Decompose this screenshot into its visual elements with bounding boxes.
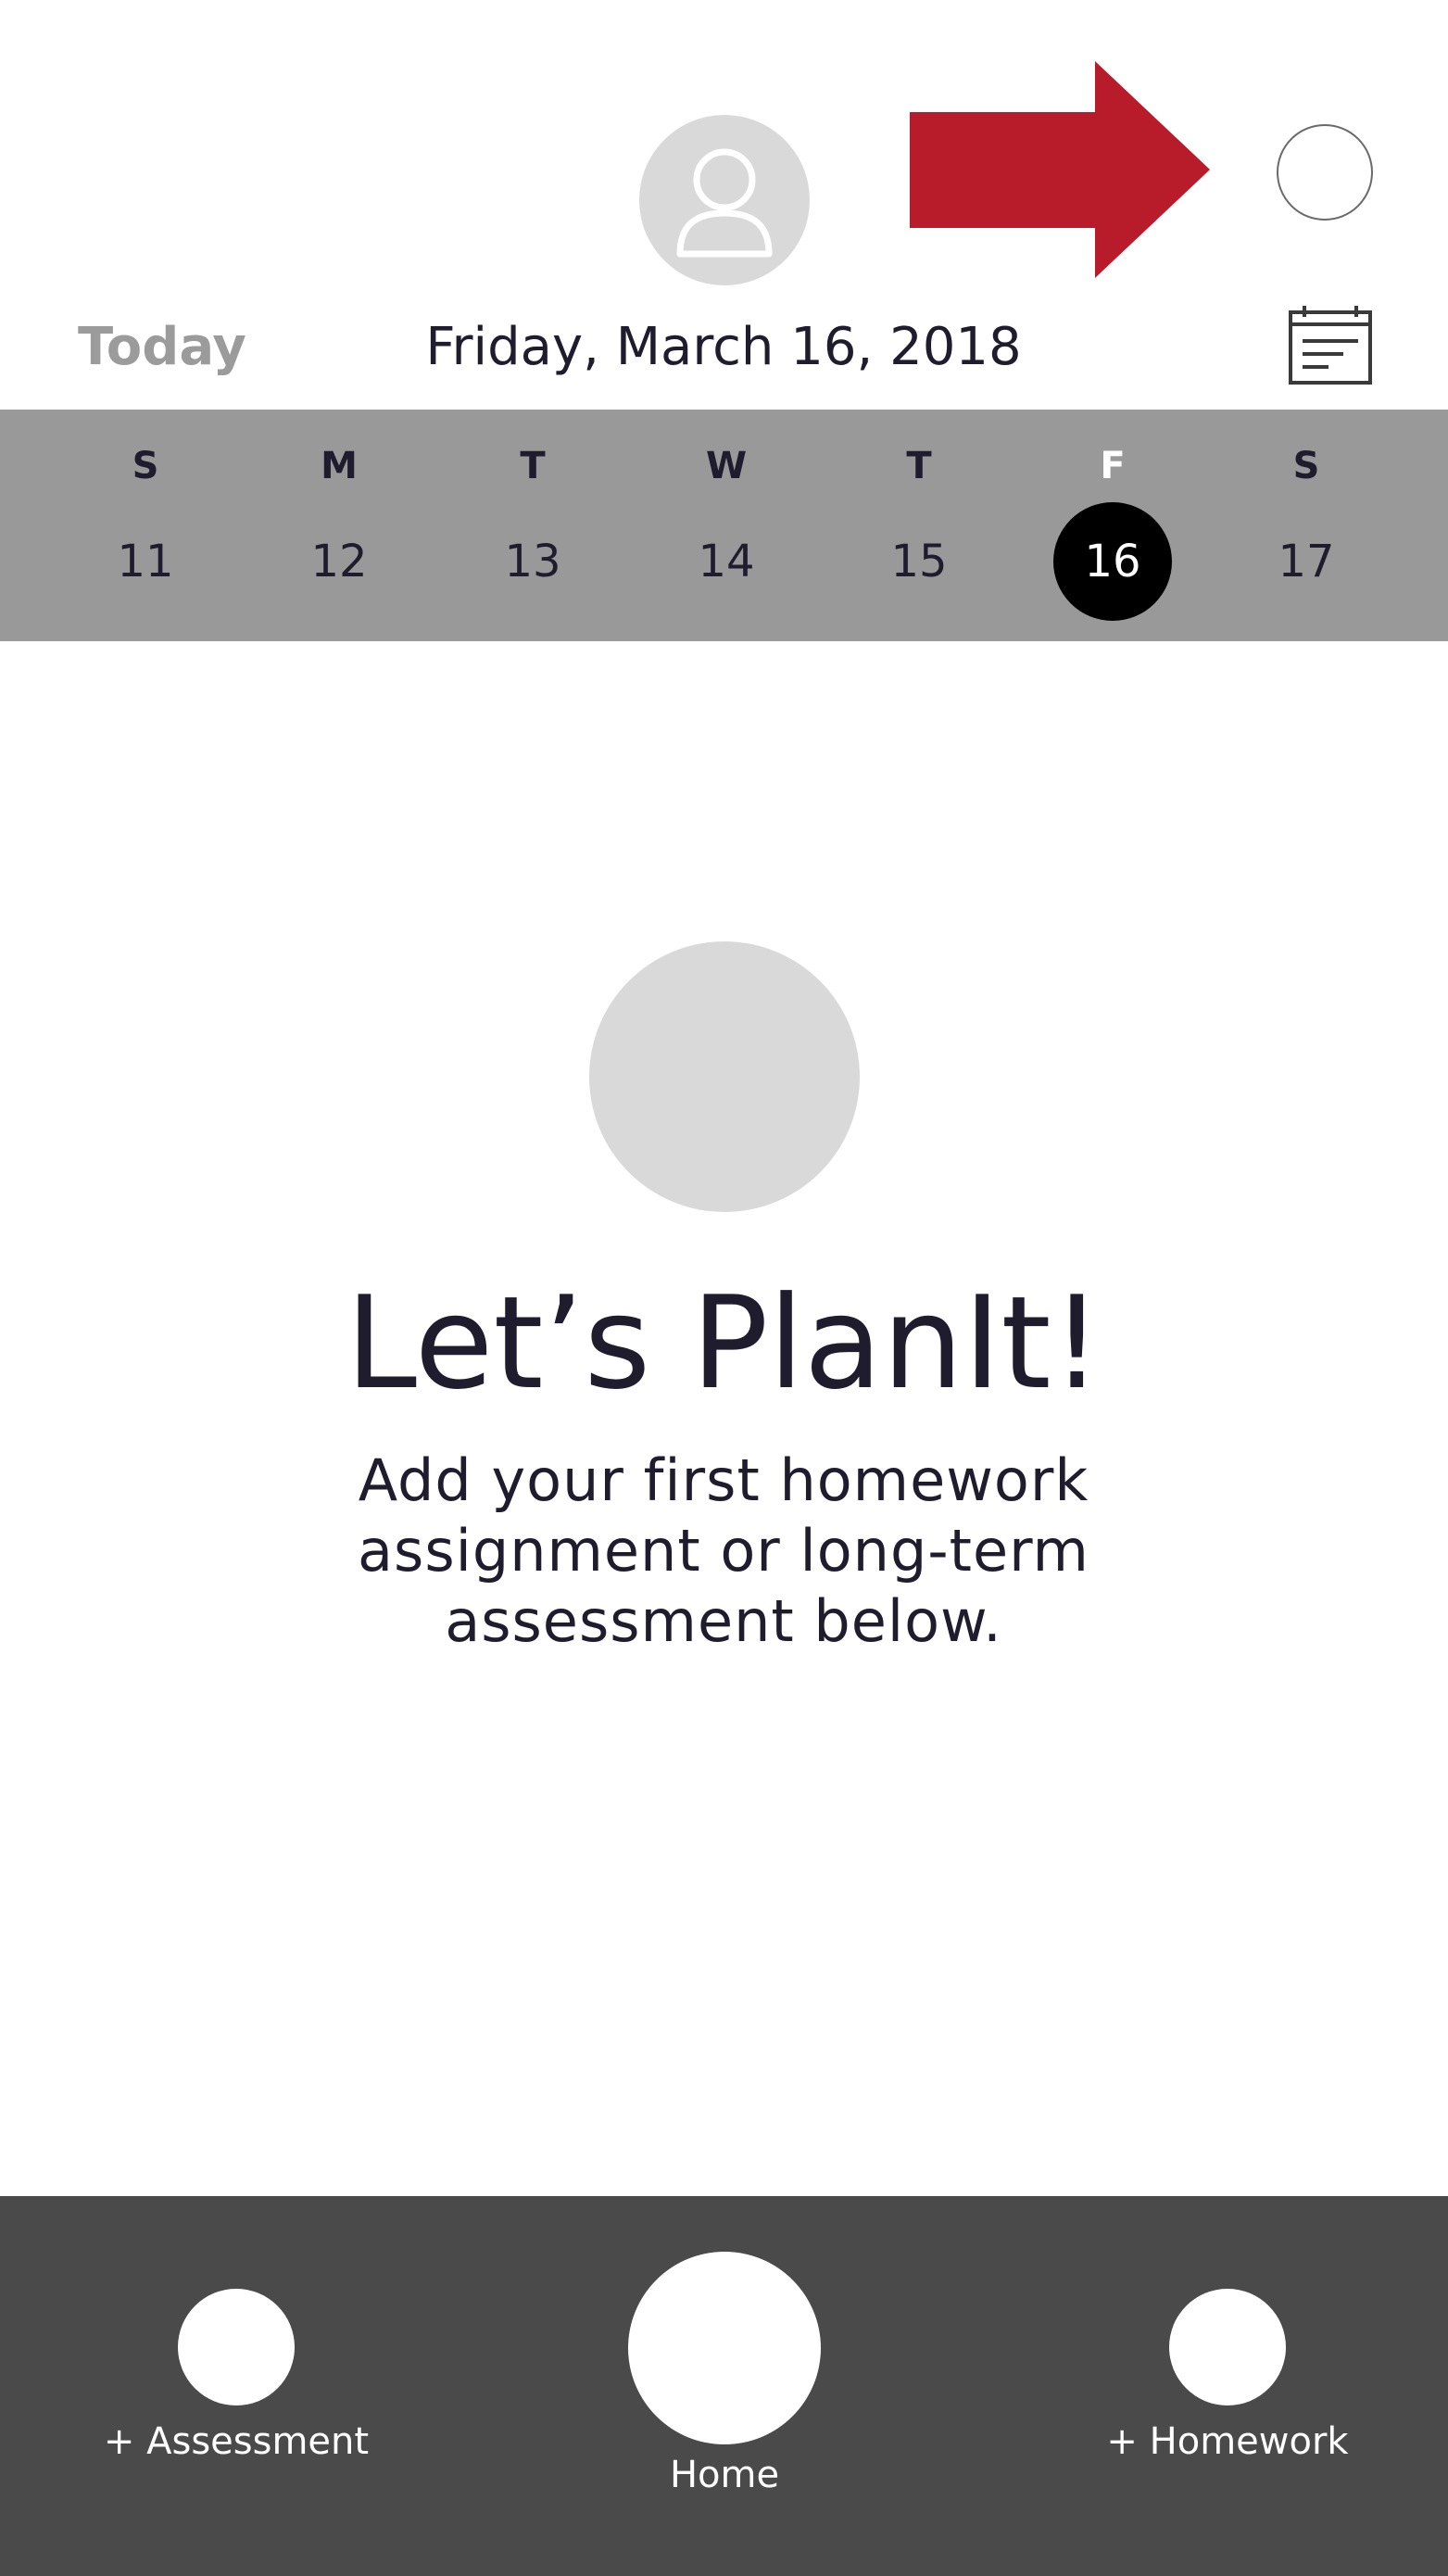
day-number: 16 (1084, 536, 1141, 587)
current-date-title: Friday, March 16, 2018 (425, 317, 1022, 377)
red-arrow-annotation (910, 61, 1210, 278)
profile-avatar-button[interactable] (639, 115, 810, 285)
day-letter: W (705, 445, 748, 487)
user-icon (676, 148, 773, 258)
selected-day-number-button[interactable]: 16 (1053, 502, 1172, 621)
day-number: 11 (117, 536, 174, 587)
day-letter: M (321, 445, 358, 487)
day-number-button[interactable]: 17 (1247, 502, 1366, 621)
day-number-button[interactable]: 14 (667, 502, 786, 621)
add-assessment-button[interactable] (178, 2289, 295, 2406)
day-letter: S (132, 445, 159, 487)
day-letter: T (520, 445, 546, 487)
day-letter: S (1292, 445, 1320, 487)
day-column-wed[interactable]: W 14 (652, 410, 800, 641)
calendar-icon[interactable] (1288, 304, 1373, 385)
day-number-button[interactable]: 11 (86, 502, 205, 621)
day-number: 17 (1278, 536, 1335, 587)
day-number: 14 (698, 536, 755, 587)
day-column-fri[interactable]: F 16 (1039, 410, 1187, 641)
empty-state-title: Let’s PlanIt! (346, 1269, 1102, 1418)
day-column-tue[interactable]: T 13 (459, 410, 607, 641)
day-column-sun[interactable]: S 11 (71, 410, 220, 641)
day-number: 12 (310, 536, 368, 587)
home-label[interactable]: Home (585, 2452, 863, 2498)
day-number: 15 (890, 536, 948, 587)
add-homework-label[interactable]: + Homework (1079, 2418, 1376, 2465)
day-column-mon[interactable]: M 12 (265, 410, 413, 641)
bottom-navigation-bar: + Assessment Home + Homework (0, 2196, 1448, 2576)
day-letter: F (1100, 445, 1126, 487)
day-number-button[interactable]: 12 (280, 502, 398, 621)
add-homework-button[interactable] (1169, 2289, 1286, 2406)
day-number: 13 (504, 536, 561, 587)
empty-state-illustration (589, 941, 860, 1212)
home-button[interactable] (628, 2252, 821, 2444)
day-letter: T (906, 445, 932, 487)
day-number-button[interactable]: 13 (473, 502, 592, 621)
week-strip: S 11 M 12 T 13 W 14 T 15 F 16 S 17 (0, 410, 1448, 641)
settings-placeholder-button[interactable] (1277, 124, 1373, 221)
day-column-thu[interactable]: T 15 (845, 410, 993, 641)
day-number-button[interactable]: 15 (860, 502, 978, 621)
empty-state-description: Add your first homework assignment or lo… (358, 1446, 1089, 1655)
add-assessment-label[interactable]: + Assessment (86, 2418, 386, 2465)
today-button[interactable]: Today (78, 315, 246, 380)
day-column-sat[interactable]: S 17 (1232, 410, 1380, 641)
